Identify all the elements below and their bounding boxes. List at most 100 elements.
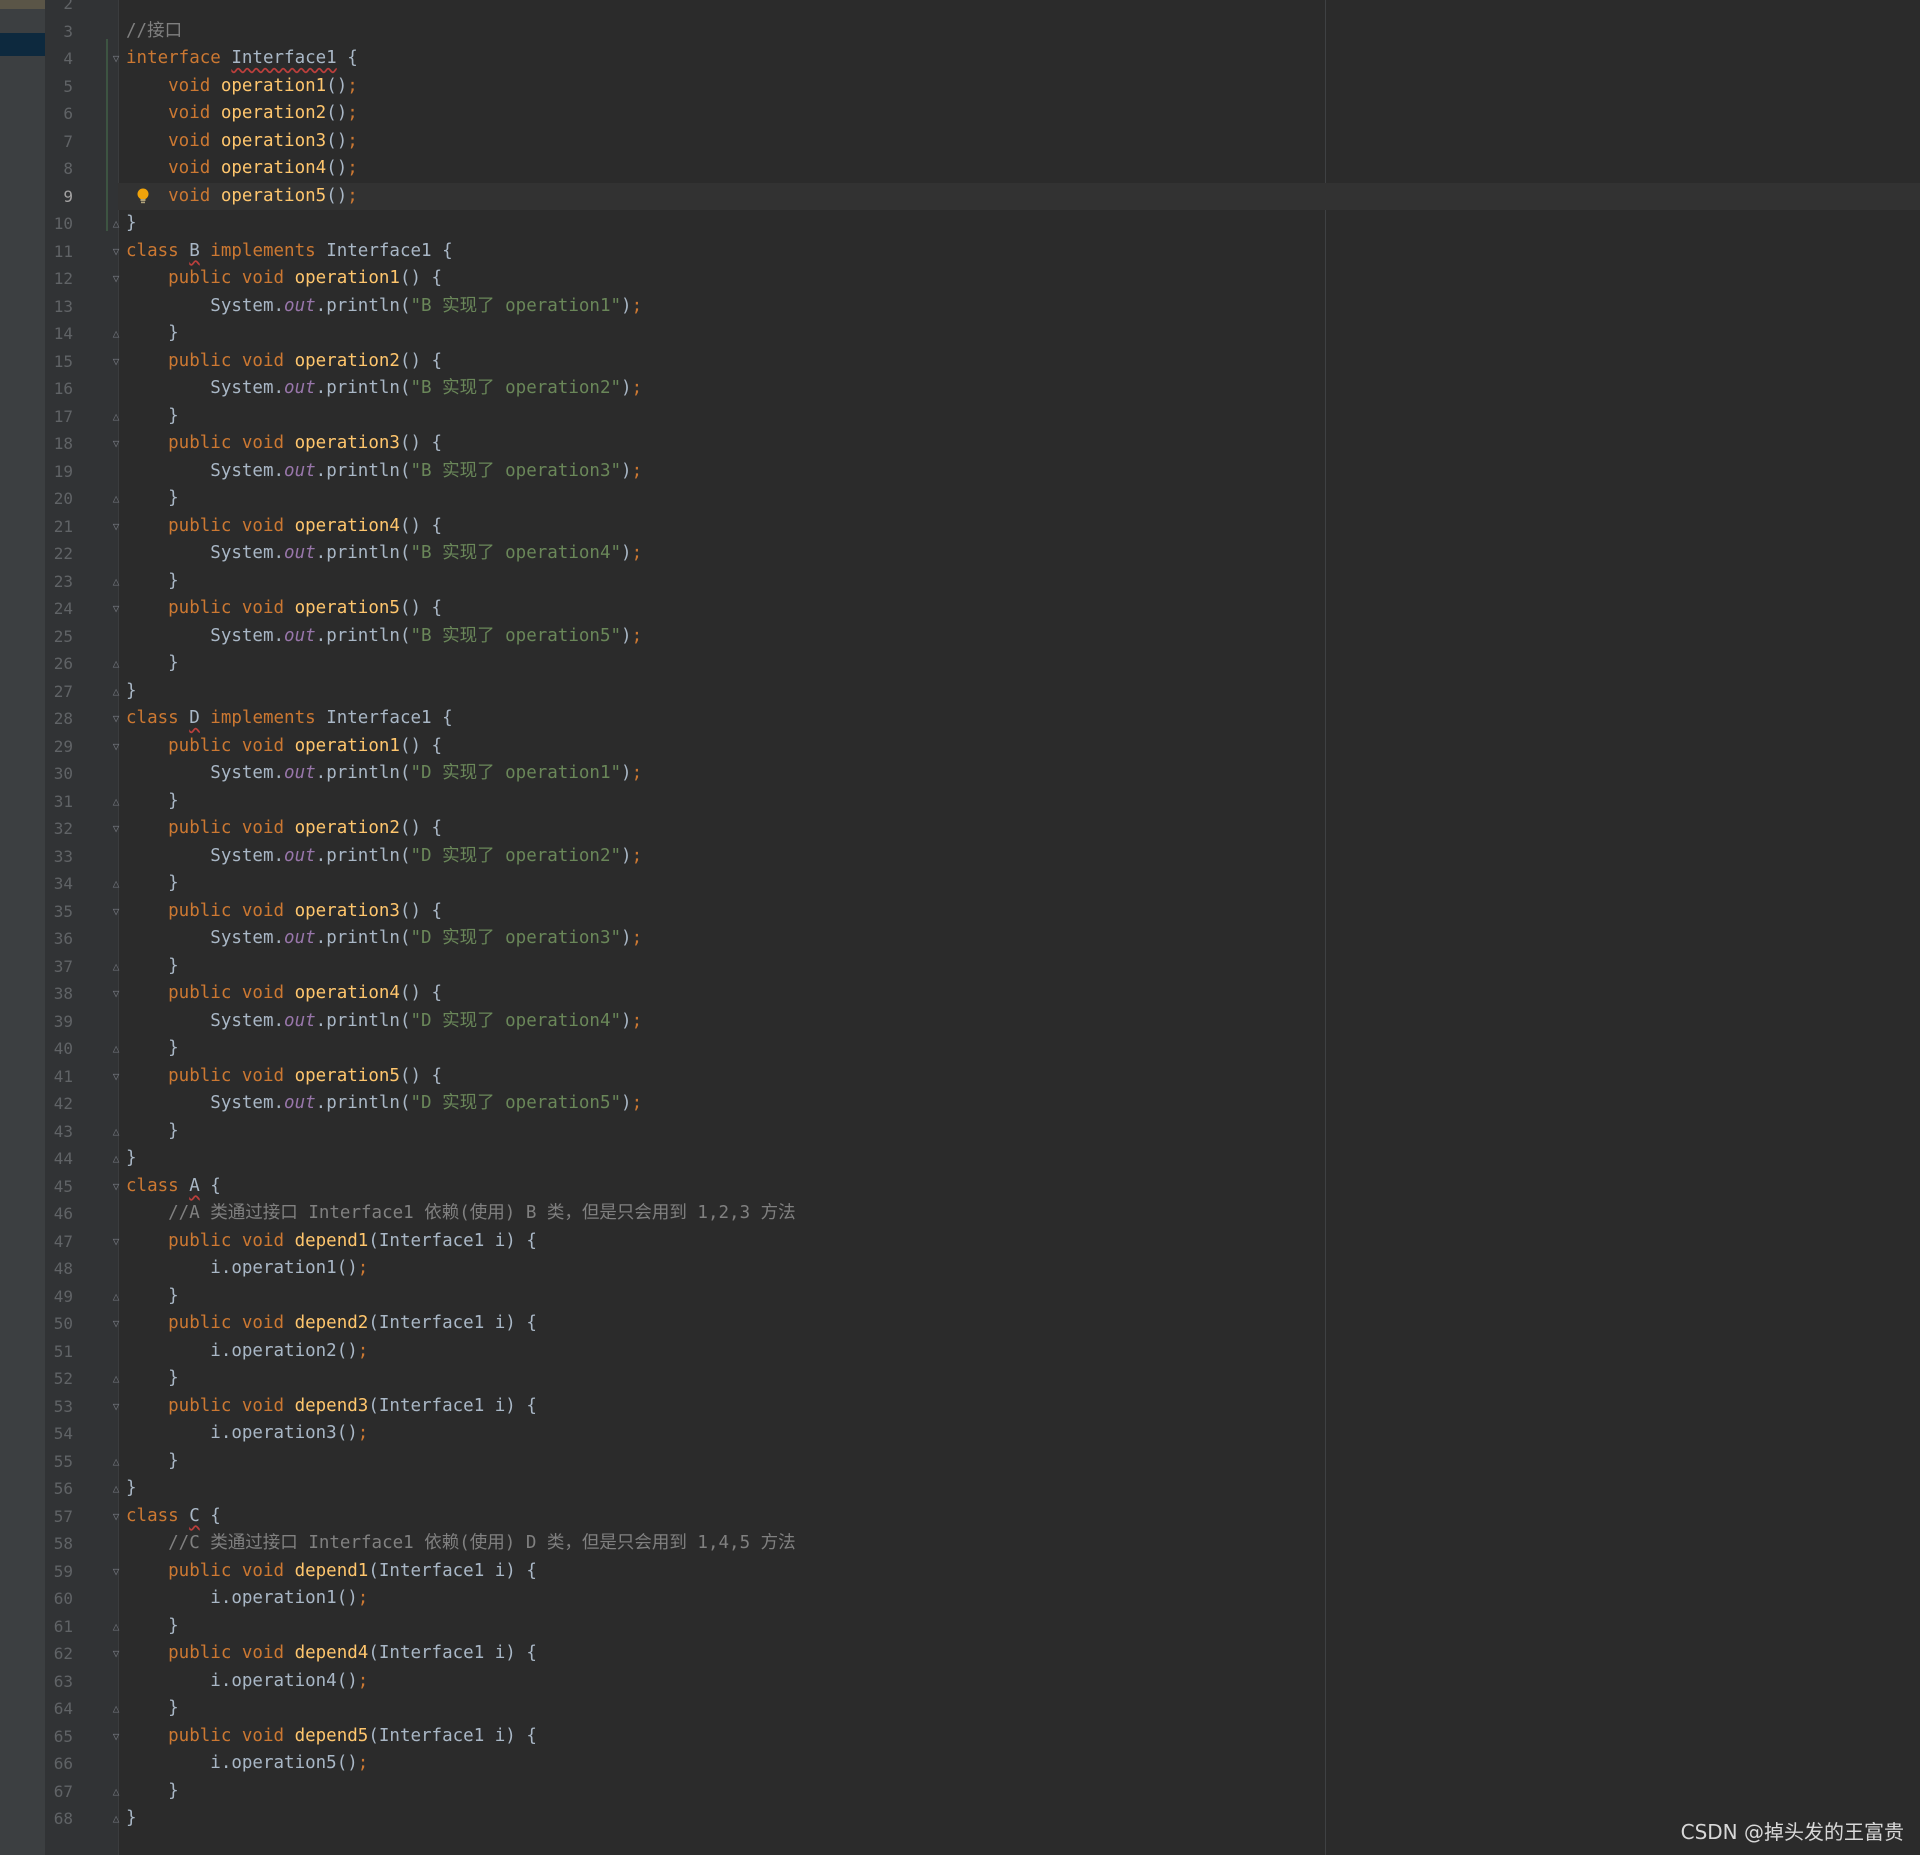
fold-open-icon[interactable]: ▽ <box>109 1723 123 1751</box>
code-line[interactable]: class B implements Interface1 { <box>126 238 453 266</box>
line-number[interactable]: 22 <box>45 540 73 568</box>
fold-close-icon[interactable]: △ <box>109 788 123 816</box>
fold-open-icon[interactable]: ▽ <box>109 1173 123 1201</box>
line-number[interactable]: 23 <box>45 568 73 596</box>
code-line[interactable]: public void operation2() { <box>126 815 442 843</box>
line-number[interactable]: 3 <box>45 18 73 46</box>
line-number[interactable]: 50 <box>45 1310 73 1338</box>
code-line[interactable]: interface Interface1 { <box>126 45 358 73</box>
code-line[interactable]: System.out.println("D 实现了 operation3"); <box>126 925 642 953</box>
line-number[interactable]: 36 <box>45 925 73 953</box>
code-line[interactable]: } <box>126 1695 179 1723</box>
fold-open-icon[interactable]: ▽ <box>109 1503 123 1531</box>
fold-close-icon[interactable]: △ <box>109 1695 123 1723</box>
fold-close-icon[interactable]: △ <box>109 1613 123 1641</box>
code-line[interactable]: //A 类通过接口 Interface1 依赖(使用) B 类，但是只会用到 1… <box>126 1200 796 1228</box>
fold-close-icon[interactable]: △ <box>109 210 123 238</box>
code-line[interactable]: i.operation1(); <box>126 1585 368 1613</box>
code-line[interactable]: System.out.println("B 实现了 operation4"); <box>126 540 642 568</box>
line-number[interactable]: 42 <box>45 1090 73 1118</box>
line-number[interactable]: 53 <box>45 1393 73 1421</box>
code-line[interactable]: public void operation4() { <box>126 980 442 1008</box>
code-line[interactable]: public void operation5() { <box>126 1063 442 1091</box>
line-number[interactable]: 8 <box>45 155 73 183</box>
fold-open-icon[interactable]: ▽ <box>109 348 123 376</box>
code-line[interactable]: i.operation2(); <box>126 1338 368 1366</box>
fold-close-icon[interactable]: △ <box>109 1778 123 1806</box>
code-line[interactable]: System.out.println("B 实现了 operation2"); <box>126 375 642 403</box>
line-number[interactable]: 9 <box>45 183 73 211</box>
code-line[interactable]: //接口 <box>126 18 182 46</box>
code-line[interactable]: i.operation3(); <box>126 1420 368 1448</box>
line-number[interactable]: 19 <box>45 458 73 486</box>
line-number[interactable]: 15 <box>45 348 73 376</box>
line-number[interactable]: 18 <box>45 430 73 458</box>
fold-open-icon[interactable]: ▽ <box>109 1558 123 1586</box>
code-line[interactable]: } <box>126 320 179 348</box>
line-number[interactable]: 60 <box>45 1585 73 1613</box>
code-line[interactable]: public void operation3() { <box>126 898 442 926</box>
fold-open-icon[interactable]: ▽ <box>109 815 123 843</box>
code-line[interactable]: class A { <box>126 1173 221 1201</box>
code-line[interactable]: } <box>126 650 179 678</box>
code-line[interactable]: public void operation5() { <box>126 595 442 623</box>
fold-close-icon[interactable]: △ <box>109 1448 123 1476</box>
line-number[interactable]: 34 <box>45 870 73 898</box>
line-number[interactable]: 45 <box>45 1173 73 1201</box>
fold-open-icon[interactable]: ▽ <box>109 733 123 761</box>
line-number[interactable]: 4 <box>45 45 73 73</box>
line-number[interactable]: 6 <box>45 100 73 128</box>
fold-close-icon[interactable]: △ <box>109 1118 123 1146</box>
fold-open-icon[interactable]: ▽ <box>109 980 123 1008</box>
fold-open-icon[interactable]: ▽ <box>109 45 123 73</box>
code-line[interactable]: System.out.println("B 实现了 operation3"); <box>126 458 642 486</box>
code-line[interactable]: void operation2(); <box>126 100 358 128</box>
fold-close-icon[interactable]: △ <box>109 1283 123 1311</box>
code-line[interactable]: public void operation4() { <box>126 513 442 541</box>
fold-open-icon[interactable]: ▽ <box>109 1063 123 1091</box>
fold-close-icon[interactable]: △ <box>109 1475 123 1503</box>
line-number[interactable]: 33 <box>45 843 73 871</box>
line-number[interactable]: 64 <box>45 1695 73 1723</box>
code-line[interactable]: i.operation4(); <box>126 1668 368 1696</box>
line-number[interactable]: 20 <box>45 485 73 513</box>
code-line[interactable]: } <box>126 1035 179 1063</box>
code-line[interactable]: } <box>126 1145 137 1173</box>
line-number[interactable]: 63 <box>45 1668 73 1696</box>
fold-open-icon[interactable]: ▽ <box>109 595 123 623</box>
line-number[interactable]: 54 <box>45 1420 73 1448</box>
line-number[interactable]: 57 <box>45 1503 73 1531</box>
fold-open-icon[interactable]: ▽ <box>109 1393 123 1421</box>
fold-open-icon[interactable]: ▽ <box>109 1640 123 1668</box>
fold-open-icon[interactable]: ▽ <box>109 513 123 541</box>
line-number[interactable]: 67 <box>45 1778 73 1806</box>
line-number[interactable]: 12 <box>45 265 73 293</box>
code-line[interactable]: void operation1(); <box>126 73 358 101</box>
line-number[interactable]: 68 <box>45 1805 73 1833</box>
line-number[interactable]: 48 <box>45 1255 73 1283</box>
line-number[interactable]: 62 <box>45 1640 73 1668</box>
line-number[interactable]: 26 <box>45 650 73 678</box>
code-line[interactable]: i.operation5(); <box>126 1750 368 1778</box>
code-line[interactable]: } <box>126 953 179 981</box>
lightbulb-icon[interactable] <box>136 187 150 205</box>
fold-open-icon[interactable]: ▽ <box>109 1310 123 1338</box>
line-number[interactable]: 61 <box>45 1613 73 1641</box>
line-number[interactable]: 66 <box>45 1750 73 1778</box>
line-number[interactable]: 14 <box>45 320 73 348</box>
line-number[interactable]: 49 <box>45 1283 73 1311</box>
fold-close-icon[interactable]: △ <box>109 320 123 348</box>
code-line[interactable]: //C 类通过接口 Interface1 依赖(使用) D 类，但是只会用到 1… <box>126 1530 796 1558</box>
code-line[interactable]: System.out.println("D 实现了 operation1"); <box>126 760 642 788</box>
code-line[interactable]: System.out.println("D 实现了 operation2"); <box>126 843 642 871</box>
line-number[interactable]: 37 <box>45 953 73 981</box>
code-line[interactable]: public void depend1(Interface1 i) { <box>126 1558 537 1586</box>
code-line[interactable]: } <box>126 485 179 513</box>
code-line[interactable]: public void operation3() { <box>126 430 442 458</box>
code-line[interactable]: class C { <box>126 1503 221 1531</box>
line-number[interactable]: 52 <box>45 1365 73 1393</box>
code-line[interactable]: System.out.println("D 实现了 operation5"); <box>126 1090 642 1118</box>
fold-open-icon[interactable]: ▽ <box>109 430 123 458</box>
line-number[interactable]: 46 <box>45 1200 73 1228</box>
line-number[interactable]: 17 <box>45 403 73 431</box>
